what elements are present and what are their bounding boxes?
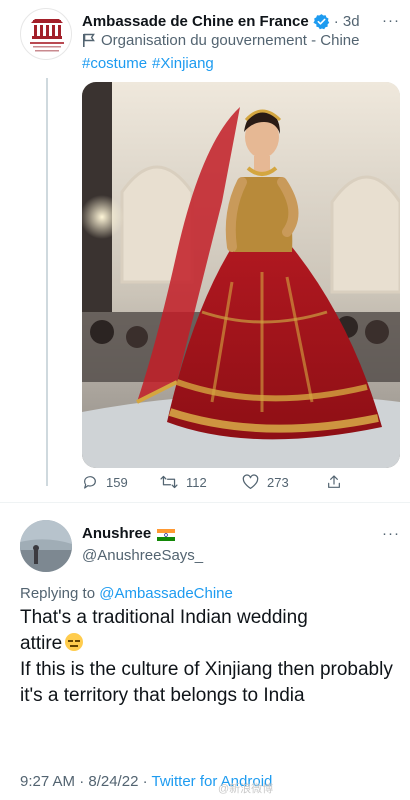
hashtag-xinjiang[interactable]: #Xinjiang: [152, 55, 214, 72]
anushree-avatar[interactable]: [20, 520, 72, 572]
tweet-photo[interactable]: [82, 82, 400, 468]
watermark-logo: @新浪微博: [218, 783, 274, 795]
reply-count: 159: [106, 474, 128, 490]
tweet-action-bar: 159 112 273: [82, 474, 382, 496]
hashtags: #costume #Xinjiang: [82, 55, 219, 72]
like-button[interactable]: 273: [242, 474, 289, 490]
hashtag-costume[interactable]: #costume: [82, 55, 147, 72]
reply-handle[interactable]: @AnushreeSays_: [82, 547, 203, 564]
reply-button[interactable]: 159: [82, 474, 128, 490]
tweet-header: Ambassade de Chine en France · 3d ···: [82, 10, 400, 32]
expressionless-emoji-icon: [65, 633, 84, 651]
affiliation-text: Organisation du gouvernement - Chine: [101, 32, 360, 49]
share-button[interactable]: [326, 474, 350, 490]
reply-timestamp[interactable]: 9:27 AM · 8/24/22 ·: [20, 773, 148, 790]
retweet-count: 112: [186, 474, 207, 490]
tweet-author-name[interactable]: Ambassade de Chine en France: [82, 13, 309, 30]
replying-to-link[interactable]: @AmbassadeChine: [99, 585, 233, 602]
reply-line-1: That's a traditional Indian wedding: [20, 607, 308, 628]
verified-badge-icon: [313, 13, 330, 30]
avatar-photo: [20, 520, 72, 572]
reply-line-2-wrap: attire: [20, 631, 400, 657]
reply-body: That's a traditional Indian wedding atti…: [20, 605, 400, 709]
thread-connector-line: [46, 78, 48, 486]
reply-more-button[interactable]: ···: [382, 525, 400, 542]
like-count: 273: [267, 474, 289, 490]
tweet-time[interactable]: · 3d: [334, 13, 360, 30]
reply-icon: [84, 476, 96, 489]
tweet-more-button[interactable]: ···: [382, 12, 400, 29]
reply-author: Anushree: [82, 525, 176, 542]
tweet-time-value: 3d: [342, 12, 360, 30]
share-icon: [328, 475, 340, 488]
replying-to: Replying to @AmbassadeChine: [20, 585, 233, 602]
embassy-avatar[interactable]: [20, 8, 72, 60]
bridal-dress-image: [82, 82, 400, 468]
like-icon: [242, 474, 259, 490]
reply-line-3: If this is the culture of Xinjiang then …: [20, 659, 393, 706]
india-flag-icon: [157, 528, 176, 541]
reply-line-2: attire: [20, 633, 63, 654]
embassy-logo-icon: [30, 19, 64, 52]
replying-prefix: Replying to: [20, 585, 96, 602]
affiliation-label: Organisation du gouvernement - Chine: [82, 32, 360, 49]
reply-author-name[interactable]: Anushree: [82, 525, 151, 542]
flag-icon: [83, 33, 95, 47]
tweet-divider: [0, 502, 410, 503]
retweet-icon: [160, 475, 178, 489]
retweet-button[interactable]: 112: [160, 474, 207, 490]
